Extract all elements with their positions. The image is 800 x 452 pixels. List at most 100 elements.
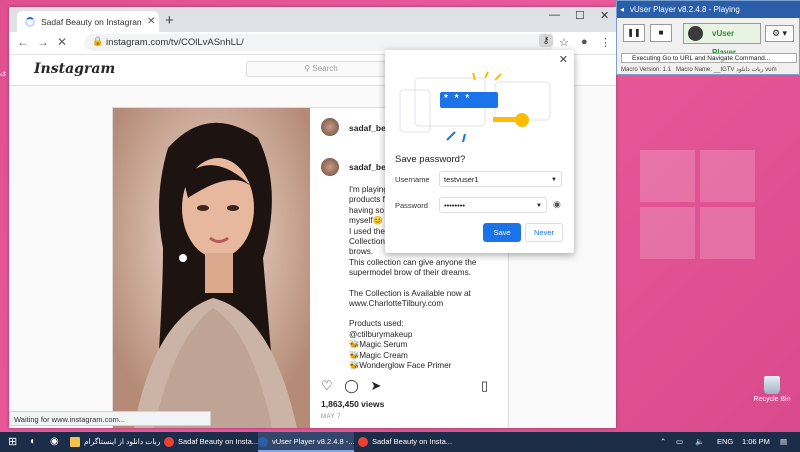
profile-icon[interactable]: ●: [581, 36, 588, 48]
caption-line: The Collection is Available now at: [349, 288, 471, 298]
caption-line: 🐝Magic Cream: [349, 350, 408, 360]
desktop-corner-text: ى: [0, 68, 7, 77]
never-button[interactable]: Never: [525, 223, 563, 242]
taskbar-item-chrome-2[interactable]: Sadaf Beauty on Insta...: [358, 432, 452, 452]
instagram-logo[interactable]: Instagram: [34, 61, 115, 77]
macro-name: Macro Name: __IGTV ربات دانلود vum: [676, 67, 777, 73]
taskbar-item-label: vUser Player v8.2.4.8 -...: [272, 437, 355, 446]
taskbar-item-explorer[interactable]: ربات دانلود از اینستاگرام: [70, 432, 160, 452]
taskbar-item-label: Sadaf Beauty on Insta...: [372, 437, 453, 446]
vuser-titlebar: ◂ vUser Player v8.2.4.8 - Playing: [617, 1, 800, 18]
username-value: testvuser1: [444, 175, 479, 184]
recycle-bin[interactable]: Recycle Bin: [752, 376, 792, 403]
eye-icon[interactable]: ◉: [553, 199, 561, 210]
vuser-logo-icon: [688, 26, 703, 41]
avatar[interactable]: [321, 118, 339, 136]
taskbar-item-label: ربات دانلود از اینستاگرام: [84, 437, 161, 446]
post-actions: ♡ ◯ ➤ ▯: [321, 378, 488, 394]
post-date: MAY 7: [321, 414, 341, 420]
recycle-bin-icon: [764, 376, 780, 394]
caption-mention[interactable]: @ctilburymakeup: [349, 330, 504, 340]
address-bar[interactable]: 🔒 instagram.com/tv/COlLvASnhLL/: [84, 34, 554, 51]
caption-link[interactable]: www.CharlotteTilbury.com: [349, 299, 504, 309]
network-icon[interactable]: ▭: [676, 432, 683, 452]
vuser-app-icon: ◂: [620, 5, 625, 14]
post-video[interactable]: [113, 108, 310, 428]
taskbar: ⊞ ◐ ◉ ربات دانلود از اینستاگرام Sadaf Be…: [0, 432, 800, 452]
tab-title: Sadaf Beauty on Instagram: "I'm: [41, 16, 141, 27]
language-indicator[interactable]: ENG: [717, 432, 733, 452]
caption-line: [349, 279, 504, 289]
maximize-icon[interactable]: ☐: [575, 9, 585, 22]
search-input[interactable]: ⚲ Search: [246, 61, 396, 77]
url-text: instagram.com/tv/COlLvASnhLL/: [106, 37, 244, 48]
caption-line: [349, 309, 504, 319]
caption-line: Products used:: [349, 319, 404, 329]
status-bar: Waiting for www.instagram.com...: [9, 411, 211, 426]
start-icon[interactable]: ⊞: [8, 432, 17, 452]
notifications-icon[interactable]: ▤: [780, 432, 787, 452]
password-field[interactable]: •••••••• ▼: [439, 197, 547, 213]
chrome-icon: [164, 437, 174, 448]
taskbar-item-vuser[interactable]: vUser Player v8.2.4.8 -...: [258, 432, 355, 452]
vuser-logo: vUser Player: [683, 23, 761, 57]
macro-version: Macro Version: 1.1: [621, 67, 672, 73]
stop-button[interactable]: ■: [650, 24, 672, 42]
pause-button[interactable]: ❚❚: [623, 24, 645, 42]
password-mask-art: * * *: [444, 93, 472, 104]
vuser-icon: [258, 437, 268, 448]
vuser-status: Executing Go to URL and Navigate Command…: [621, 53, 797, 63]
stop-icon[interactable]: ✕: [57, 35, 67, 49]
caption-line: 🐝Magic Serum: [349, 340, 408, 350]
close-window-icon[interactable]: ✕: [600, 9, 609, 22]
star-icon[interactable]: ☆: [559, 36, 569, 49]
caption-line: This collection can give anyone the: [349, 257, 477, 267]
tab-bar: Sadaf Beauty on Instagram: "I'm ✕ + — ☐ …: [9, 7, 616, 32]
password-illustration: [399, 71, 551, 143]
close-tab-icon[interactable]: ✕: [147, 16, 155, 27]
vuser-status-text: Executing Go to URL and Navigate Command…: [632, 55, 771, 62]
chevron-down-icon[interactable]: ▼: [551, 172, 557, 188]
windows-logo-wallpaper: [640, 150, 760, 260]
taskbar-item-label: Sadaf Beauty on Insta...: [178, 437, 259, 446]
clock[interactable]: 1:06 PM: [742, 432, 770, 452]
dialog-title: Save password?: [395, 154, 466, 165]
key-icon[interactable]: ⚷: [539, 34, 553, 47]
chrome-icon[interactable]: ◉: [50, 432, 59, 452]
tray-arrow-icon[interactable]: ⌃: [660, 432, 666, 452]
password-value: ••••••••: [444, 201, 466, 210]
avatar[interactable]: [321, 158, 339, 176]
lock-icon: 🔒: [92, 36, 104, 46]
taskbar-item-chrome-1[interactable]: Sadaf Beauty on Insta...: [164, 432, 258, 452]
username-field[interactable]: testvuser1 ▼: [439, 171, 562, 187]
volume-icon[interactable]: 🔈: [695, 432, 704, 452]
new-tab-icon[interactable]: +: [165, 12, 174, 29]
close-icon[interactable]: ✕: [559, 53, 568, 66]
bookmark-icon[interactable]: ▯: [481, 378, 488, 393]
menu-icon[interactable]: ⋮: [600, 36, 611, 49]
vuser-title: vUser Player v8.2.4.8 - Playing: [630, 5, 740, 14]
caption-line: 🐝Wonderglow Face Primer: [349, 361, 452, 371]
loading-spinner-icon: [25, 16, 35, 27]
share-icon[interactable]: ➤: [370, 378, 381, 393]
vuser-info: Macro Version: 1.1 Macro Name: __IGTV رب…: [621, 66, 777, 73]
chrome-icon: [358, 437, 368, 448]
folder-icon: [70, 437, 80, 448]
forward-icon[interactable]: →: [37, 35, 49, 49]
minimize-icon[interactable]: —: [549, 9, 560, 21]
edge-icon[interactable]: ◐: [30, 432, 36, 452]
browser-tab[interactable]: Sadaf Beauty on Instagram: "I'm ✕: [17, 11, 159, 32]
search-placeholder: Search: [312, 64, 338, 73]
like-icon[interactable]: ♡: [321, 378, 333, 393]
password-label: Password: [395, 201, 428, 210]
username-label: Username: [395, 175, 430, 184]
view-count: 1,863,450 views: [321, 399, 385, 409]
save-password-dialog: ✕ * * * Save password? Username testvuse…: [385, 50, 574, 253]
chevron-down-icon[interactable]: ▼: [536, 198, 542, 214]
save-button[interactable]: Save: [483, 223, 521, 242]
caption-line: supermodel brow of their dreams.: [349, 268, 471, 278]
recycle-bin-label: Recycle Bin: [753, 396, 791, 403]
comment-icon[interactable]: ◯: [344, 378, 359, 393]
settings-button[interactable]: ⚙ ▾: [765, 25, 794, 42]
back-icon[interactable]: ←: [17, 35, 29, 49]
